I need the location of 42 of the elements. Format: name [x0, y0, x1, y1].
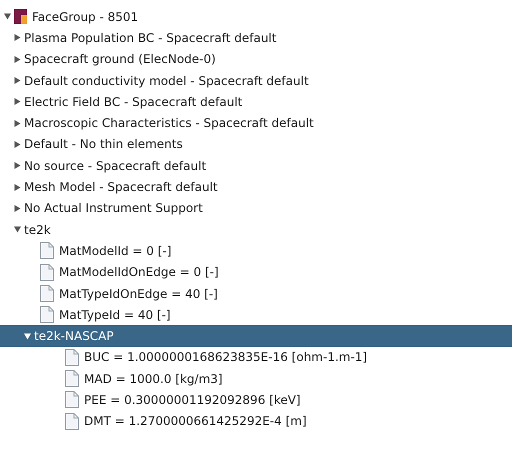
tree-node-label: te2k [24, 222, 51, 237]
expand-arrow-icon[interactable] [14, 120, 21, 127]
collapse-arrow-icon[interactable] [24, 332, 31, 340]
tree-node-label: Default conductivity model - Spacecraft default [24, 74, 309, 88]
tree-node-label: Plasma Population BC - Spacecraft default [24, 30, 276, 45]
tree-node-label: Spacecraft ground (ElecNode-0) [24, 52, 216, 66]
document-icon [65, 391, 79, 408]
document-icon [40, 242, 54, 260]
property-label: PEE = 0.30000001192092896 [keV] [84, 392, 301, 407]
collapse-arrow-icon[interactable] [4, 13, 11, 20]
property-label: DMT = 1.2700000661425292E-4 [m] [84, 414, 307, 428]
expand-arrow-icon[interactable] [14, 98, 21, 106]
expand-arrow-icon[interactable] [14, 184, 21, 191]
property-label: MAD = 1000.0 [kg/m3] [84, 372, 223, 386]
tree-node-label: te2k-NASCAP [34, 329, 114, 344]
tree-node-label: No Actual Instrument Support [24, 201, 203, 216]
expand-arrow-icon[interactable] [14, 34, 21, 42]
tree-node-label: No source - Spacecraft default [24, 158, 206, 173]
property-label: MatModelIdOnEdge = 0 [-] [59, 265, 219, 280]
group-icon [14, 9, 27, 24]
document-icon [40, 264, 54, 281]
tree-node-label: Mesh Model - Spacecraft default [24, 180, 218, 194]
document-icon [65, 370, 79, 388]
expand-arrow-icon[interactable] [14, 204, 21, 212]
tree-node-label: Electric Field BC - Spacecraft default [24, 94, 242, 109]
property-label: BUC = 1.0000000168623835E-16 [ohm-1.m-1] [84, 350, 368, 364]
tree-node-label: Macroscopic Characteristics - Spacecraft default [24, 116, 314, 130]
expand-arrow-icon[interactable] [14, 162, 21, 170]
expand-arrow-icon[interactable] [14, 77, 21, 84]
document-icon [65, 348, 79, 366]
expand-arrow-icon[interactable] [14, 56, 21, 63]
document-icon [65, 412, 79, 430]
document-icon [40, 306, 54, 324]
selected-row[interactable]: te2k-NASCAP [0, 325, 512, 347]
tree-node-label: Default - No thin elements [24, 137, 183, 152]
property-label: MatTypeId = 40 [-] [59, 308, 171, 322]
document-icon [40, 285, 54, 302]
collapse-arrow-icon[interactable] [14, 226, 21, 234]
expand-arrow-icon[interactable] [14, 140, 21, 148]
property-label: MatTypeIdOnEdge = 40 [-] [59, 286, 218, 300]
group-label: FaceGroup - 8501 [32, 10, 138, 24]
property-label: MatModelId = 0 [-] [59, 244, 172, 258]
